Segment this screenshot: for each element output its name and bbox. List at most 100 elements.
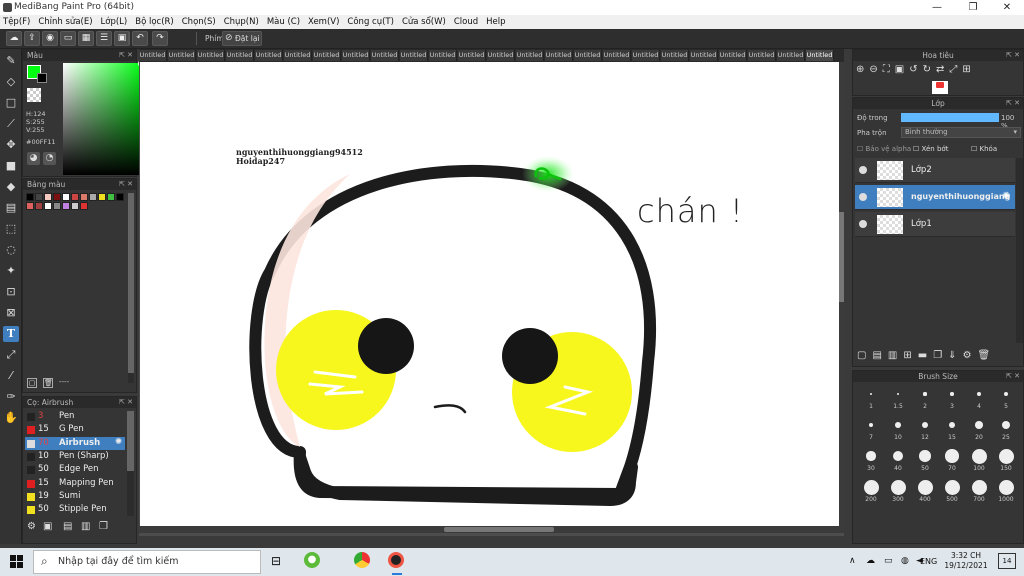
brush-size-option[interactable]: 150	[991, 446, 1021, 472]
document-tab[interactable]: Untitled	[806, 50, 834, 61]
panel-controls-icon[interactable]: ⇱ ✕	[1006, 50, 1020, 61]
menu-filter[interactable]: Bộ lọc(R)	[135, 17, 174, 27]
opacity-slider[interactable]	[901, 113, 999, 122]
color-swatch[interactable]	[35, 202, 43, 210]
chat-icon[interactable]: ◉	[42, 31, 58, 46]
text-tool-icon[interactable]: T	[3, 326, 19, 342]
brush-size-option[interactable]: 20	[964, 415, 994, 441]
layer-settings-gear-icon[interactable]: ✺	[1002, 191, 1010, 202]
swatch-scrollbar[interactable]	[128, 193, 134, 383]
lasso-tool-icon[interactable]: ◌	[3, 242, 19, 258]
menu-snap[interactable]: Chụp(N)	[224, 17, 259, 27]
new-swatch-icon[interactable]: ▢	[27, 378, 37, 388]
layer-settings-icon[interactable]: ⚙	[963, 350, 978, 361]
document-tab[interactable]: Untitled	[197, 50, 225, 61]
fill-shape-tool-icon[interactable]: ■	[3, 158, 19, 174]
panel-controls-icon[interactable]: ⇱ ✕	[119, 179, 133, 190]
eye-icon[interactable]	[859, 166, 867, 174]
brush-size-option[interactable]: 4	[964, 384, 994, 410]
document-tab[interactable]: Untitled	[516, 50, 544, 61]
redo-icon[interactable]: ↷	[152, 31, 168, 46]
brush-size-option[interactable]: 1000	[991, 477, 1021, 503]
document-tab[interactable]: Untitled	[487, 50, 515, 61]
menu-color[interactable]: Màu (C)	[267, 17, 300, 27]
delete-layer-icon[interactable]: 🗑	[978, 350, 997, 361]
notification-icon[interactable]: 14	[998, 553, 1016, 569]
brush-scrollbar[interactable]	[127, 411, 134, 516]
color-swatch[interactable]	[26, 193, 34, 201]
canvas-horizontal-scrollbar[interactable]	[139, 526, 844, 533]
add-brush-icon[interactable]: ▣	[43, 521, 52, 532]
brush-size-option[interactable]: 700	[964, 477, 994, 503]
select-rect-tool-icon[interactable]: ⬚	[3, 221, 19, 237]
menu-view[interactable]: Xem(V)	[308, 17, 339, 27]
close-button[interactable]: ✕	[990, 0, 1024, 15]
merge-layer-icon[interactable]: ⇓	[948, 350, 962, 361]
menu-layer[interactable]: Lớp(L)	[101, 17, 128, 27]
brush-size-option[interactable]: 7	[856, 415, 886, 441]
browser-app-icon[interactable]: ●	[304, 552, 320, 568]
transparent-swatch[interactable]	[27, 88, 41, 102]
document-tab[interactable]: Untitled	[603, 50, 631, 61]
brush-settings-gear-icon[interactable]: ✺	[115, 437, 122, 447]
brush-size-option[interactable]: 12	[910, 415, 940, 441]
bucket-tool-icon[interactable]: ◆	[3, 179, 19, 195]
brush-size-option[interactable]: 50	[910, 446, 940, 472]
folder-icon[interactable]: ▬	[918, 350, 933, 361]
navigator-thumbnail[interactable]	[932, 81, 948, 94]
protect-alpha-checkbox[interactable]: ☐ Bảo vệ alpha	[857, 145, 911, 153]
brush-size-option[interactable]: 25	[991, 415, 1021, 441]
color-swatch[interactable]	[80, 193, 88, 201]
lock-checkbox[interactable]: ☐ Khóa	[971, 145, 997, 153]
actual-size-icon[interactable]: ▣	[895, 64, 909, 75]
document-tab[interactable]: Untitled	[632, 50, 660, 61]
new-layer-icon[interactable]: ▢	[857, 350, 872, 361]
saturation-value-picker[interactable]	[63, 60, 145, 175]
frame-pen-tool-icon[interactable]: ✑	[3, 389, 19, 405]
color-swatch[interactable]	[71, 193, 79, 201]
document-tab[interactable]: Untitled	[574, 50, 602, 61]
network-icon[interactable]: ◍	[901, 556, 909, 566]
upload-icon[interactable]: ⇪	[24, 31, 40, 46]
document-tab[interactable]: Untitled	[719, 50, 747, 61]
brush-size-option[interactable]: 5	[991, 384, 1021, 410]
dropper-tool-icon[interactable]: ⁄	[3, 368, 19, 384]
panel-controls-icon[interactable]: ⇱ ✕	[1006, 98, 1020, 109]
document-tab[interactable]: Untitled	[226, 50, 254, 61]
menu-select[interactable]: Chọn(S)	[182, 17, 216, 27]
document-tab[interactable]: Untitled	[255, 50, 283, 61]
minimize-button[interactable]: —	[920, 0, 954, 15]
brush-size-option[interactable]: 15	[937, 415, 967, 441]
panel-controls-icon[interactable]: ⇱ ✕	[119, 397, 133, 408]
zoom-in-icon[interactable]: ⊕	[856, 64, 869, 75]
trash-icon[interactable]: 🗑	[43, 378, 53, 388]
document-tab[interactable]: Untitled	[168, 50, 196, 61]
brush-item[interactable]: 50 Stipple Pen	[25, 503, 125, 516]
cloud-icon[interactable]: ☁	[6, 31, 22, 46]
rotate-left-icon[interactable]: ↺	[909, 64, 922, 75]
grid-icon[interactable]: ▦	[78, 31, 94, 46]
brush-item[interactable]: 70 Airbrush ✺	[25, 436, 125, 450]
document-tab[interactable]: Untitled	[458, 50, 486, 61]
duplicate-layer-icon[interactable]: ❐	[933, 350, 948, 361]
canvas-area[interactable]: nguyenthihuonggiang94512 Hoidap247 chán …	[139, 62, 844, 536]
document-tab[interactable]: Untitled	[777, 50, 805, 61]
color-swatch[interactable]	[89, 193, 97, 201]
menu-window[interactable]: Cửa sổ(W)	[402, 17, 446, 27]
brush-size-option[interactable]: 70	[937, 446, 967, 472]
layer-item[interactable]: Lớp1	[855, 212, 1015, 237]
document-tab[interactable]: Untitled	[342, 50, 370, 61]
document-tab[interactable]: Untitled	[313, 50, 341, 61]
panel-controls-icon[interactable]: ⇱ ✕	[119, 50, 133, 61]
eraser-tool-icon[interactable]: ◇	[3, 74, 19, 90]
new-1bit-layer-icon[interactable]: ▥	[888, 350, 903, 361]
brush-folder-icon[interactable]: ▥	[81, 521, 90, 532]
task-view-icon[interactable]: ⊟	[271, 554, 281, 568]
pen-tool-icon[interactable]: ⟋	[3, 116, 19, 132]
brush-size-option[interactable]: 100	[964, 446, 994, 472]
color-swatch[interactable]	[62, 193, 70, 201]
document-tab[interactable]: Untitled	[139, 50, 167, 61]
rotate-right-icon[interactable]: ↻	[923, 64, 936, 75]
brush-copy-icon[interactable]: ▤	[63, 521, 72, 532]
brush-item[interactable]: 15 Mapping Pen	[25, 477, 125, 490]
